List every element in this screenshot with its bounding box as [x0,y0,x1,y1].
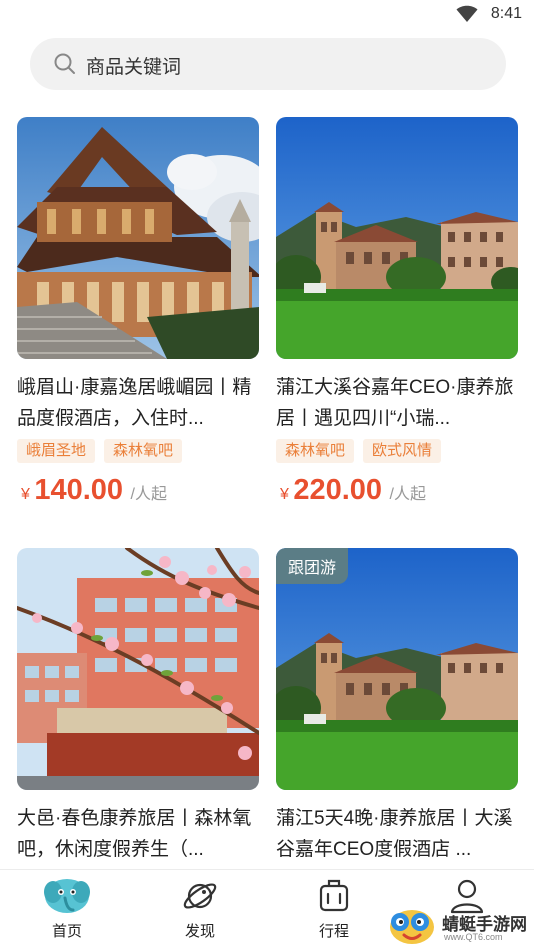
price-value: 140.00 [34,474,124,506]
home-elephant-icon [44,879,90,913]
product-title[interactable]: 大邑·春色康养旅居丨森林氧吧，休闲度假养生（... [17,803,259,865]
tag-list: 森林氧吧 欧式风情 [276,439,442,463]
search-icon [54,53,75,74]
price-unit: /人起 [130,486,167,503]
luggage-icon [319,879,349,912]
currency-symbol: ¥ [21,486,30,503]
price-unit: /人起 [389,486,426,503]
product-title[interactable]: 蒲江大溪谷嘉年CEO·康养旅居丨遇见四川“小瑞... [276,372,518,434]
status-bar: 8:41 [0,0,534,30]
tab-home[interactable]: 首页 [27,876,107,941]
currency-symbol: ¥ [280,486,289,503]
price: ¥ 140.00 /人起 [21,474,167,507]
tab-discover[interactable]: 发现 [160,876,240,941]
watermark-url: www.QT6.com [444,932,503,942]
tag: 森林氧吧 [276,439,355,463]
product-image-blossom[interactable] [17,548,259,790]
price: ¥ 220.00 /人起 [280,474,426,507]
tab-label: 发现 [184,923,215,940]
product-title[interactable]: 蒲江5天4晚·康养旅居丨大溪谷嘉年CEO度假酒店 ... [276,803,518,865]
wifi-icon [456,5,478,22]
tag: 欧式风情 [363,439,442,463]
price-value: 220.00 [293,474,383,506]
product-image-temple[interactable] [17,117,259,359]
dragonfly-logo-icon [390,910,434,944]
tag: 峨眉圣地 [17,439,96,463]
tag-list: 峨眉圣地 森林氧吧 [17,439,183,463]
product-image-villa[interactable] [276,117,518,359]
product-image-villa[interactable]: 跟团游 [276,548,518,790]
clock: 8:41 [490,5,522,22]
tab-label: 行程 [318,923,349,940]
search-placeholder: 商品关键词 [86,57,182,78]
watermark: 蜻蜓手游网 www.QT6.com [386,905,534,949]
planet-icon [183,883,217,909]
tour-type-badge: 跟团游 [276,548,349,584]
product-title[interactable]: 峨眉山·康嘉逸居峨嵋园丨精品度假酒店，入住时... [17,372,259,434]
tag: 森林氧吧 [104,439,183,463]
tab-label: 首页 [51,923,82,940]
search-bar[interactable]: 商品关键词 [30,38,506,90]
tab-itinerary[interactable]: 行程 [294,876,374,941]
